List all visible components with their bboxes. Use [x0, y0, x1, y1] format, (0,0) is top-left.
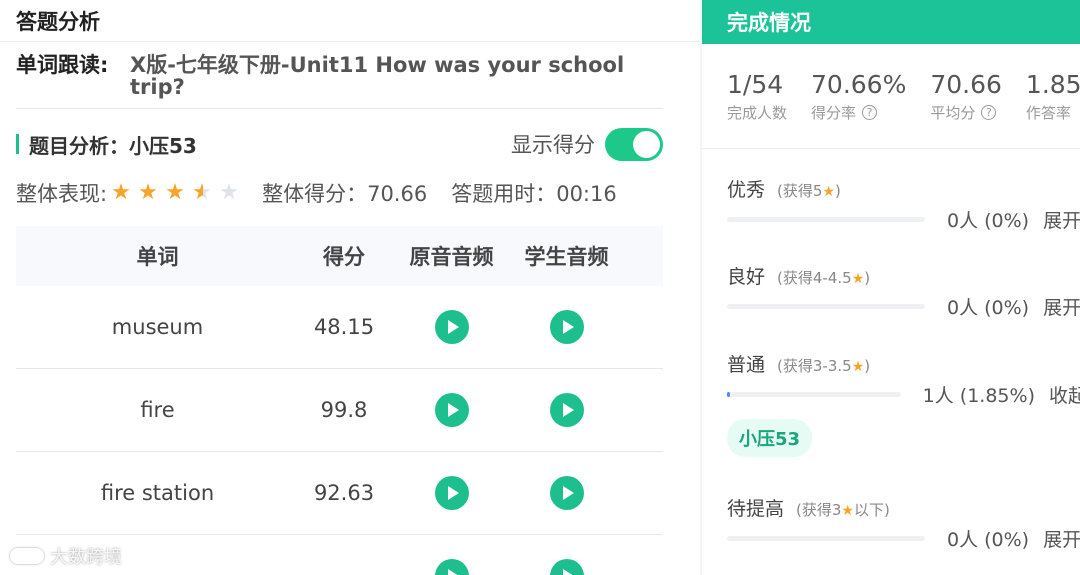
show-score-toggle[interactable]: [605, 127, 663, 161]
level-name: 良好: [727, 266, 766, 288]
star-icon: ★: [851, 271, 865, 287]
show-score-control: 显示得分: [511, 127, 663, 161]
level-progress-bar: [727, 304, 925, 309]
student-chip[interactable]: 小压53: [727, 419, 813, 457]
level-progress-bar: [727, 392, 901, 397]
stat-value: 1.85: [1025, 70, 1080, 99]
expand-link[interactable]: 展开: [1043, 293, 1080, 320]
level-hint: (获得3★以下): [796, 501, 890, 519]
star-icon: ★: [192, 182, 214, 204]
stat-value: 1/54: [727, 70, 784, 99]
show-score-label: 显示得分: [511, 133, 595, 157]
word-cell: museum: [111, 315, 204, 339]
answer-time: 答题用时：00:16: [451, 182, 617, 206]
page: 答题分析 单词跟读: X版-七年级下册-Unit11 How was your …: [0, 0, 1080, 575]
accent-bar: [16, 134, 19, 154]
analysis-row: 题目分析：小压53 显示得分: [16, 127, 663, 161]
stat-label: 作答率: [1025, 104, 1071, 122]
word-cell: fire station: [100, 481, 215, 505]
stat-label: 完成人数: [727, 104, 788, 122]
toggle-knob: [633, 130, 660, 158]
watermark: 大数跨境: [10, 543, 122, 569]
level-count: 0人 (0%): [947, 210, 1030, 232]
level-group: 良好 (获得4-4.5★) 0人 (0%) 展开: [727, 262, 1080, 320]
stat-value: 70.66%: [811, 70, 907, 99]
reading-title: X版-七年级下册-Unit11 How was your school trip…: [130, 53, 625, 99]
stat-item: 70.66 平均分?: [930, 72, 1002, 148]
score-cell: 92.63: [313, 481, 375, 505]
stat-label: 平均分?: [930, 102, 1002, 123]
header-student-audio: 学生音频: [524, 245, 609, 269]
play-original-icon[interactable]: [434, 476, 469, 510]
level-hint: (获得5★): [777, 182, 841, 200]
header-original-audio: 原音音频: [409, 245, 494, 269]
table-row: fire station 92.63: [16, 452, 663, 535]
star-icon: ★: [111, 180, 131, 205]
level-hint: (获得4-4.5★): [777, 269, 871, 287]
overall-label: 整体表现:: [16, 182, 108, 206]
level-progress-fill: [727, 392, 731, 397]
header-score: 得分: [323, 245, 365, 269]
score-cell: 48.15: [313, 315, 375, 339]
stat-item: 1.85 作答率: [1026, 72, 1080, 148]
word-cell: fire: [140, 398, 175, 422]
level-hint: (获得3-3.5★): [777, 357, 871, 375]
play-student-icon[interactable]: [549, 559, 584, 575]
stats-row: 1/54 完成人数 70.66% 得分率? 70.66 平均分? 1.85 作答率: [702, 44, 1080, 149]
level-name: 普通: [727, 354, 766, 376]
completion-title: 完成情况: [702, 0, 1080, 44]
level-name: 优秀: [727, 179, 766, 201]
score-cell: 99.8: [320, 398, 368, 422]
analysis-title: 题目分析：小压53: [16, 130, 197, 159]
star-icon: ★: [822, 184, 835, 200]
play-student-icon[interactable]: [549, 310, 584, 344]
level-count: 1人 (1.85%): [922, 385, 1035, 407]
level-name: 待提高: [727, 498, 785, 520]
star-icon: ★: [851, 359, 865, 375]
level-count: 0人 (0%): [947, 529, 1030, 551]
stat-item: 1/54 完成人数: [727, 72, 787, 148]
stat-item: 70.66% 得分率?: [811, 72, 906, 148]
level-group: 优秀 (获得5★) 0人 (0%) 展开: [727, 175, 1080, 233]
help-icon[interactable]: ?: [862, 105, 878, 120]
rating-stars: ★ ★ ★ ★ ★: [111, 182, 246, 204]
performance-row: 整体表现: ★ ★ ★ ★ ★ 整体得分：70.66 答题用时：00:16: [16, 178, 663, 208]
table-row: museum 48.15: [16, 286, 663, 369]
level-group: 普通 (获得3-3.5★) 1人 (1.85%) 收起: [727, 350, 1080, 408]
analysis-title-text: 题目分析：小压53: [29, 133, 197, 158]
play-student-icon[interactable]: [549, 393, 584, 427]
completion-panel: 完成情况 1/54 完成人数 70.66% 得分率? 70.66 平均分? 1.85 作答率 …: [702, 0, 1080, 575]
star-icon: ★: [841, 503, 854, 519]
star-icon: ★: [138, 180, 158, 205]
star-icon: ★: [165, 180, 185, 205]
watermark-logo-icon: [10, 548, 44, 564]
reading-label: 单词跟读:: [16, 53, 109, 77]
play-original-icon[interactable]: [434, 310, 469, 344]
overall-score: 整体得分：70.66: [262, 182, 428, 206]
table-row: fire 99.8: [16, 369, 663, 452]
expand-link[interactable]: 展开: [1043, 206, 1080, 233]
help-icon[interactable]: ?: [981, 105, 997, 120]
level-group: 待提高 (获得3★以下) 0人 (0%) 展开: [727, 494, 1080, 552]
play-original-icon[interactable]: [434, 559, 469, 575]
watermark-text: 大数跨境: [50, 547, 122, 568]
stat-label: 得分率?: [811, 102, 906, 123]
expand-link[interactable]: 展开: [1043, 525, 1080, 552]
table-header: 单词 得分 原音音频 学生音频: [16, 226, 663, 286]
level-count: 0人 (0%): [947, 297, 1030, 319]
word-table: 单词 得分 原音音频 学生音频 museum 48.15 fire 99.8 f…: [16, 226, 663, 575]
level-progress-bar: [727, 217, 925, 222]
answer-analysis-panel: 答题分析 单词跟读: X版-七年级下册-Unit11 How was your …: [0, 0, 700, 575]
header-word: 单词: [136, 245, 179, 269]
star-icon: ★: [219, 180, 239, 205]
reading-row: 单词跟读: X版-七年级下册-Unit11 How was your schoo…: [16, 42, 663, 109]
play-student-icon[interactable]: [549, 476, 584, 510]
level-progress-bar: [727, 536, 925, 541]
collapse-link[interactable]: 收起: [1049, 381, 1080, 408]
play-original-icon[interactable]: [434, 393, 469, 427]
stat-value: 70.66: [930, 70, 1002, 99]
panel-title: 答题分析: [0, 0, 700, 42]
